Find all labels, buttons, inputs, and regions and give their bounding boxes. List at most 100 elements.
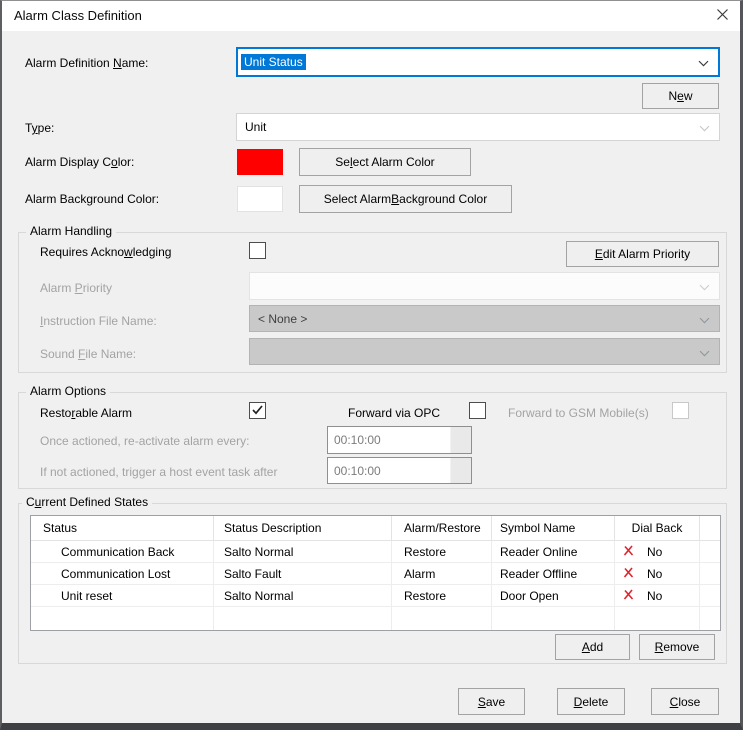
column-header-status[interactable]: Status [31,516,214,540]
host-event-task-time-field: 00:10:00 [327,457,472,484]
alarm-class-definition-dialog: Alarm Class Definition Alarm Definition … [0,0,743,730]
cell-empty [492,607,615,630]
table-row[interactable]: Unit reset Salto Normal Restore Door Ope… [31,585,720,607]
sound-file-name-combobox [249,338,720,365]
reactivate-alarm-time-field: 00:10:00 [327,426,472,454]
cell-status: Communication Back [31,541,214,562]
chevron-down-icon [699,280,710,294]
requires-acknowledging-label: Requires Acknowledging [40,245,171,259]
column-header-dial-back[interactable]: Dial Back [615,516,700,540]
select-alarm-background-color-button[interactable]: Select Alarm Background Color [299,185,512,213]
add-button[interactable]: Add [555,634,630,660]
forward-to-gsm-label: Forward to GSM Mobile(s) [508,406,649,420]
checkmark-icon [252,404,263,418]
alarm-options-group: Alarm Options Restorable Alarm Forward v… [18,392,727,489]
forward-to-gsm-checkbox [672,402,689,419]
table-header-row: Status Status Description Alarm/Restore … [31,516,720,541]
cell-empty [700,607,720,630]
cell-alarm-restore: Alarm [392,563,492,584]
dial-back-value: No [647,563,662,584]
save-button[interactable]: Save [458,688,525,715]
cell-filler [700,585,720,606]
alarm-display-color-swatch [237,149,283,175]
dial-back-value: No [647,585,662,606]
alarm-background-color-label: Alarm Background Color: [25,192,159,206]
host-event-task-label: If not actioned, trigger a host event ta… [40,465,277,479]
close-icon [717,9,728,23]
edit-alarm-priority-button[interactable]: Edit Alarm Priority [566,241,719,267]
cell-symbol-name: Door Open [492,585,615,606]
alarm-options-group-title: Alarm Options [26,384,110,398]
red-x-icon [623,563,634,584]
red-x-icon [623,541,634,562]
chevron-down-icon [699,346,710,360]
title-bar: Alarm Class Definition [2,1,740,31]
column-header-filler [700,516,720,540]
cell-alarm-restore: Restore [392,541,492,562]
reactivate-alarm-time-value: 00:10:00 [334,433,381,447]
host-event-task-time-value: 00:10:00 [334,464,381,478]
alarm-handling-group-title: Alarm Handling [26,224,116,238]
column-header-alarm-restore[interactable]: Alarm/Restore [392,516,492,540]
cell-alarm-restore: Restore [392,585,492,606]
instruction-file-name-label: Instruction File Name: [40,314,157,328]
remove-button[interactable]: Remove [639,634,715,660]
type-combobox[interactable]: Unit [236,113,720,141]
sound-file-name-label: Sound File Name: [40,347,136,361]
alarm-handling-group: Alarm Handling Requires Acknowledging Ed… [18,232,727,373]
cell-empty [214,607,392,630]
cell-empty [392,607,492,630]
cell-dial-back: No [615,541,700,562]
instruction-file-name-combobox: < None > [249,305,720,332]
current-defined-states-group: Current Defined States Status Status Des… [18,503,727,664]
dialog-title: Alarm Class Definition [14,1,142,31]
cell-dial-back: No [615,563,700,584]
close-button[interactable]: Close [651,688,719,715]
type-label: Type: [25,121,54,135]
table-row[interactable]: Communication Lost Salto Fault Alarm Rea… [31,563,720,585]
alarm-background-color-swatch [237,186,283,212]
restorable-alarm-checkbox[interactable] [249,402,266,419]
select-alarm-color-button[interactable]: Select Alarm Color [299,148,471,176]
dial-back-value: No [647,541,662,562]
alarm-definition-name-label: Alarm Definition Name: [25,56,148,70]
chevron-down-icon [698,56,709,70]
forward-via-opc-checkbox[interactable] [469,402,486,419]
cell-empty [615,607,700,630]
cell-status: Unit reset [31,585,214,606]
forward-via-opc-label: Forward via OPC [348,406,440,420]
cell-status-description: Salto Normal [214,585,392,606]
alarm-priority-combobox [249,272,720,300]
cell-dial-back: No [615,585,700,606]
red-x-icon [623,585,634,606]
reactivate-alarm-label: Once actioned, re-activate alarm every: [40,434,249,448]
cell-status-description: Salto Normal [214,541,392,562]
cell-filler [700,563,720,584]
close-button[interactable] [704,1,740,31]
spinner-buttons [450,427,471,453]
new-button[interactable]: New [642,83,719,109]
combo-selected-text: Unit Status [241,54,306,70]
alarm-display-color-label: Alarm Display Color: [25,155,134,169]
cell-status: Communication Lost [31,563,214,584]
column-header-symbol-name[interactable]: Symbol Name [492,516,615,540]
spinner-buttons [450,458,471,483]
current-defined-states-group-title: Current Defined States [22,495,152,509]
chevron-down-icon [699,121,710,135]
column-header-status-description[interactable]: Status Description [214,516,392,540]
cell-status-description: Salto Fault [214,563,392,584]
type-value: Unit [245,120,266,134]
table-row[interactable]: Communication Back Salto Normal Restore … [31,541,720,563]
cell-symbol-name: Reader Online [492,541,615,562]
instruction-file-name-value: < None > [258,312,307,326]
chevron-down-icon [699,313,710,327]
alarm-priority-label: Alarm Priority [40,281,112,295]
cell-empty [31,607,214,630]
alarm-definition-name-combobox[interactable]: Unit Status [236,47,720,77]
delete-button[interactable]: Delete [557,688,625,715]
cell-symbol-name: Reader Offline [492,563,615,584]
requires-acknowledging-checkbox[interactable] [249,242,266,259]
cell-filler [700,541,720,562]
defined-states-table[interactable]: Status Status Description Alarm/Restore … [30,515,721,631]
restorable-alarm-label: Restorable Alarm [40,406,132,420]
